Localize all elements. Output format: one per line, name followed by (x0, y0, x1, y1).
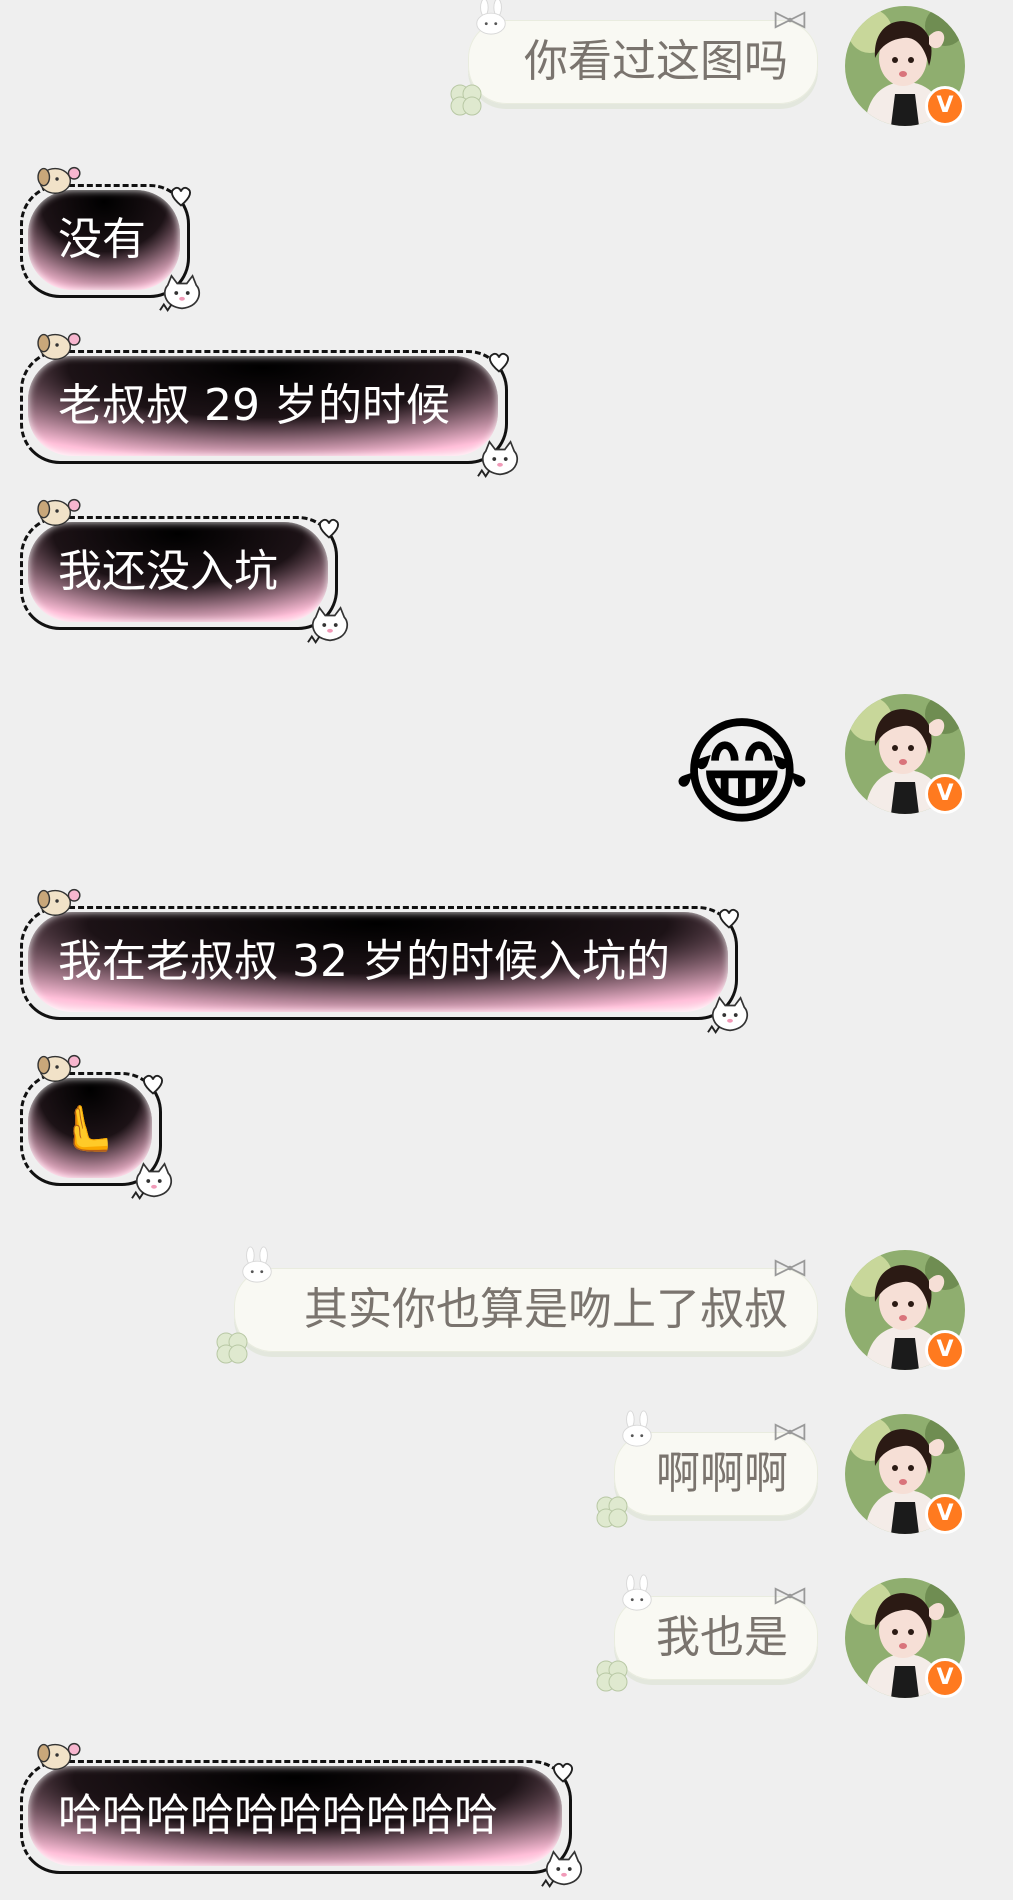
clover-icon (446, 80, 486, 120)
heart-icon (550, 1760, 576, 1784)
kitten-icon (130, 1160, 178, 1204)
puppy-icon (34, 160, 82, 198)
kitten-icon (540, 1848, 588, 1892)
verified-badge: V (925, 1494, 965, 1534)
bunny-icon (472, 0, 510, 36)
kitten-icon (306, 604, 354, 648)
verified-badge: V (925, 774, 965, 814)
message-bubble[interactable]: 你看过这图吗 (468, 20, 818, 104)
message-row-sent: 你看过这图吗 V (0, 0, 1013, 140)
message-bubble[interactable]: 其实你也算是吻上了叔叔 (234, 1268, 818, 1352)
heart-icon (316, 516, 342, 540)
clover-icon (212, 1328, 252, 1368)
bow-icon (772, 1258, 808, 1278)
message-text: 我在老叔叔 32 岁的时候入坑的 (58, 936, 670, 987)
heart-icon (168, 184, 194, 208)
emoji-message: 🫷 (58, 1101, 116, 1155)
message-text: 我也是 (656, 1612, 788, 1663)
message-bubble[interactable]: 啊啊啊 (614, 1432, 818, 1516)
message-text: 其实你也算是吻上了叔叔 (304, 1284, 788, 1335)
puppy-icon (34, 326, 82, 364)
heart-icon (716, 906, 742, 930)
verified-badge: V (925, 1330, 965, 1370)
message-text: 哈哈哈哈哈哈哈哈哈哈 (58, 1790, 498, 1841)
verified-badge: V (925, 86, 965, 126)
bunny-icon (238, 1246, 276, 1284)
verified-badge: V (925, 1658, 965, 1698)
message-text: 没有 (58, 214, 146, 265)
emoji-message[interactable]: 😂 (672, 702, 812, 842)
message-row-sent: 😂 V (0, 690, 1013, 850)
bow-icon (772, 10, 808, 30)
heart-icon (486, 350, 512, 374)
message-bubble[interactable]: 🫷 (20, 1078, 152, 1178)
puppy-icon (34, 1048, 82, 1086)
bow-icon (772, 1422, 808, 1442)
bow-icon (772, 1586, 808, 1606)
bunny-icon (618, 1574, 656, 1612)
message-bubble[interactable]: 我在老叔叔 32 岁的时候入坑的 (20, 912, 728, 1012)
kitten-icon (706, 994, 754, 1038)
message-bubble[interactable]: 老叔叔 29 岁的时候 (20, 356, 498, 456)
kitten-icon (158, 272, 206, 316)
kitten-icon (476, 438, 524, 482)
clover-icon (592, 1656, 632, 1696)
message-text: 啊啊啊 (656, 1448, 788, 1499)
message-row-sent: 其实你也算是吻上了叔叔 V (0, 1250, 1013, 1390)
message-row-sent: 我也是 V (0, 1578, 1013, 1718)
message-bubble[interactable]: 我也是 (614, 1596, 818, 1680)
bunny-icon (618, 1410, 656, 1448)
message-text: 我还没入坑 (58, 546, 278, 597)
puppy-icon (34, 882, 82, 920)
message-text: 老叔叔 29 岁的时候 (58, 380, 450, 431)
message-bubble[interactable]: 没有 (20, 190, 180, 290)
message-text: 你看过这图吗 (524, 36, 788, 87)
message-bubble[interactable]: 我还没入坑 (20, 522, 328, 622)
heart-icon (140, 1072, 166, 1096)
puppy-icon (34, 1736, 82, 1774)
message-bubble[interactable]: 哈哈哈哈哈哈哈哈哈哈 (20, 1766, 562, 1866)
message-row-sent: 啊啊啊 V (0, 1414, 1013, 1554)
puppy-icon (34, 492, 82, 530)
clover-icon (592, 1492, 632, 1532)
